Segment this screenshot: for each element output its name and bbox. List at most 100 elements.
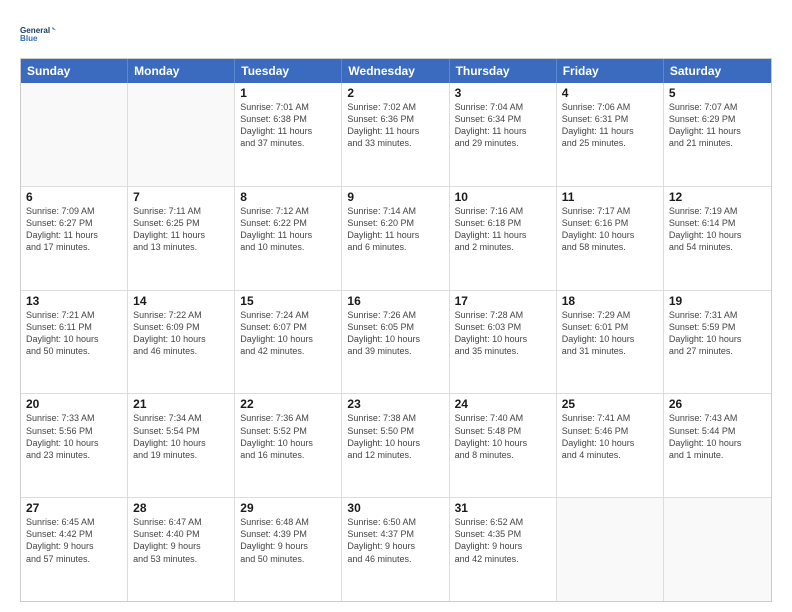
cell-date: 29 (240, 501, 336, 515)
cell-info: Sunrise: 6:45 AM Sunset: 4:42 PM Dayligh… (26, 516, 122, 565)
cell-info: Sunrise: 7:07 AM Sunset: 6:29 PM Dayligh… (669, 101, 766, 150)
cell-info: Sunrise: 7:31 AM Sunset: 5:59 PM Dayligh… (669, 309, 766, 358)
cell-date: 1 (240, 86, 336, 100)
cal-cell: 20Sunrise: 7:33 AM Sunset: 5:56 PM Dayli… (21, 394, 128, 497)
cal-cell: 16Sunrise: 7:26 AM Sunset: 6:05 PM Dayli… (342, 291, 449, 394)
svg-text:General: General (20, 26, 50, 35)
cell-date: 13 (26, 294, 122, 308)
cell-info: Sunrise: 6:48 AM Sunset: 4:39 PM Dayligh… (240, 516, 336, 565)
cell-info: Sunrise: 7:11 AM Sunset: 6:25 PM Dayligh… (133, 205, 229, 254)
cell-date: 28 (133, 501, 229, 515)
svg-text:Blue: Blue (20, 34, 38, 43)
cal-cell: 31Sunrise: 6:52 AM Sunset: 4:35 PM Dayli… (450, 498, 557, 601)
logo-svg: General Blue (20, 16, 56, 52)
cal-cell: 12Sunrise: 7:19 AM Sunset: 6:14 PM Dayli… (664, 187, 771, 290)
cal-cell: 6Sunrise: 7:09 AM Sunset: 6:27 PM Daylig… (21, 187, 128, 290)
cal-cell: 3Sunrise: 7:04 AM Sunset: 6:34 PM Daylig… (450, 83, 557, 186)
cal-cell: 13Sunrise: 7:21 AM Sunset: 6:11 PM Dayli… (21, 291, 128, 394)
cell-info: Sunrise: 7:24 AM Sunset: 6:07 PM Dayligh… (240, 309, 336, 358)
cal-header-thursday: Thursday (450, 59, 557, 83)
cell-date: 11 (562, 190, 658, 204)
cal-cell: 29Sunrise: 6:48 AM Sunset: 4:39 PM Dayli… (235, 498, 342, 601)
cal-cell: 2Sunrise: 7:02 AM Sunset: 6:36 PM Daylig… (342, 83, 449, 186)
cal-cell: 14Sunrise: 7:22 AM Sunset: 6:09 PM Dayli… (128, 291, 235, 394)
cal-week-5: 27Sunrise: 6:45 AM Sunset: 4:42 PM Dayli… (21, 498, 771, 601)
cell-date: 31 (455, 501, 551, 515)
cal-cell: 1Sunrise: 7:01 AM Sunset: 6:38 PM Daylig… (235, 83, 342, 186)
cell-date: 4 (562, 86, 658, 100)
cell-info: Sunrise: 7:34 AM Sunset: 5:54 PM Dayligh… (133, 412, 229, 461)
cal-cell: 24Sunrise: 7:40 AM Sunset: 5:48 PM Dayli… (450, 394, 557, 497)
cell-info: Sunrise: 7:21 AM Sunset: 6:11 PM Dayligh… (26, 309, 122, 358)
cal-cell: 18Sunrise: 7:29 AM Sunset: 6:01 PM Dayli… (557, 291, 664, 394)
cal-week-2: 6Sunrise: 7:09 AM Sunset: 6:27 PM Daylig… (21, 187, 771, 291)
cell-date: 10 (455, 190, 551, 204)
cal-cell (664, 498, 771, 601)
cell-date: 21 (133, 397, 229, 411)
cal-header-monday: Monday (128, 59, 235, 83)
cell-info: Sunrise: 6:47 AM Sunset: 4:40 PM Dayligh… (133, 516, 229, 565)
cell-date: 30 (347, 501, 443, 515)
cal-cell: 10Sunrise: 7:16 AM Sunset: 6:18 PM Dayli… (450, 187, 557, 290)
cal-cell: 23Sunrise: 7:38 AM Sunset: 5:50 PM Dayli… (342, 394, 449, 497)
cal-cell: 21Sunrise: 7:34 AM Sunset: 5:54 PM Dayli… (128, 394, 235, 497)
cell-date: 3 (455, 86, 551, 100)
cal-cell: 15Sunrise: 7:24 AM Sunset: 6:07 PM Dayli… (235, 291, 342, 394)
cell-info: Sunrise: 7:17 AM Sunset: 6:16 PM Dayligh… (562, 205, 658, 254)
cell-date: 12 (669, 190, 766, 204)
cal-cell (128, 83, 235, 186)
cell-info: Sunrise: 7:43 AM Sunset: 5:44 PM Dayligh… (669, 412, 766, 461)
cal-week-1: 1Sunrise: 7:01 AM Sunset: 6:38 PM Daylig… (21, 83, 771, 187)
cell-info: Sunrise: 7:29 AM Sunset: 6:01 PM Dayligh… (562, 309, 658, 358)
cal-cell: 28Sunrise: 6:47 AM Sunset: 4:40 PM Dayli… (128, 498, 235, 601)
cell-info: Sunrise: 7:19 AM Sunset: 6:14 PM Dayligh… (669, 205, 766, 254)
cal-cell: 17Sunrise: 7:28 AM Sunset: 6:03 PM Dayli… (450, 291, 557, 394)
cell-date: 14 (133, 294, 229, 308)
cell-info: Sunrise: 7:09 AM Sunset: 6:27 PM Dayligh… (26, 205, 122, 254)
cell-info: Sunrise: 7:06 AM Sunset: 6:31 PM Dayligh… (562, 101, 658, 150)
cal-header-saturday: Saturday (664, 59, 771, 83)
cal-header-sunday: Sunday (21, 59, 128, 83)
cell-date: 16 (347, 294, 443, 308)
cell-date: 2 (347, 86, 443, 100)
calendar-body: 1Sunrise: 7:01 AM Sunset: 6:38 PM Daylig… (21, 83, 771, 601)
cal-week-4: 20Sunrise: 7:33 AM Sunset: 5:56 PM Dayli… (21, 394, 771, 498)
cal-cell (21, 83, 128, 186)
header: General Blue (20, 16, 772, 52)
cell-info: Sunrise: 7:22 AM Sunset: 6:09 PM Dayligh… (133, 309, 229, 358)
cell-date: 27 (26, 501, 122, 515)
cell-info: Sunrise: 7:26 AM Sunset: 6:05 PM Dayligh… (347, 309, 443, 358)
cal-header-wednesday: Wednesday (342, 59, 449, 83)
cell-date: 8 (240, 190, 336, 204)
cell-info: Sunrise: 7:36 AM Sunset: 5:52 PM Dayligh… (240, 412, 336, 461)
calendar: SundayMondayTuesdayWednesdayThursdayFrid… (20, 58, 772, 602)
cell-info: Sunrise: 7:14 AM Sunset: 6:20 PM Dayligh… (347, 205, 443, 254)
cell-info: Sunrise: 7:28 AM Sunset: 6:03 PM Dayligh… (455, 309, 551, 358)
cal-cell: 5Sunrise: 7:07 AM Sunset: 6:29 PM Daylig… (664, 83, 771, 186)
cell-date: 19 (669, 294, 766, 308)
cal-cell: 27Sunrise: 6:45 AM Sunset: 4:42 PM Dayli… (21, 498, 128, 601)
cal-cell: 11Sunrise: 7:17 AM Sunset: 6:16 PM Dayli… (557, 187, 664, 290)
cal-cell: 9Sunrise: 7:14 AM Sunset: 6:20 PM Daylig… (342, 187, 449, 290)
page: General Blue SundayMondayTuesdayWednesda… (0, 0, 792, 612)
cell-info: Sunrise: 7:40 AM Sunset: 5:48 PM Dayligh… (455, 412, 551, 461)
cell-date: 24 (455, 397, 551, 411)
cell-date: 26 (669, 397, 766, 411)
cal-header-friday: Friday (557, 59, 664, 83)
cell-info: Sunrise: 7:12 AM Sunset: 6:22 PM Dayligh… (240, 205, 336, 254)
cal-cell: 19Sunrise: 7:31 AM Sunset: 5:59 PM Dayli… (664, 291, 771, 394)
cell-date: 7 (133, 190, 229, 204)
cell-info: Sunrise: 7:01 AM Sunset: 6:38 PM Dayligh… (240, 101, 336, 150)
cal-cell: 26Sunrise: 7:43 AM Sunset: 5:44 PM Dayli… (664, 394, 771, 497)
cal-cell: 8Sunrise: 7:12 AM Sunset: 6:22 PM Daylig… (235, 187, 342, 290)
cell-info: Sunrise: 6:52 AM Sunset: 4:35 PM Dayligh… (455, 516, 551, 565)
cell-info: Sunrise: 7:33 AM Sunset: 5:56 PM Dayligh… (26, 412, 122, 461)
cell-date: 20 (26, 397, 122, 411)
cell-date: 15 (240, 294, 336, 308)
cell-date: 17 (455, 294, 551, 308)
cal-cell (557, 498, 664, 601)
cal-header-tuesday: Tuesday (235, 59, 342, 83)
cell-info: Sunrise: 7:04 AM Sunset: 6:34 PM Dayligh… (455, 101, 551, 150)
cell-info: Sunrise: 7:16 AM Sunset: 6:18 PM Dayligh… (455, 205, 551, 254)
cell-date: 6 (26, 190, 122, 204)
